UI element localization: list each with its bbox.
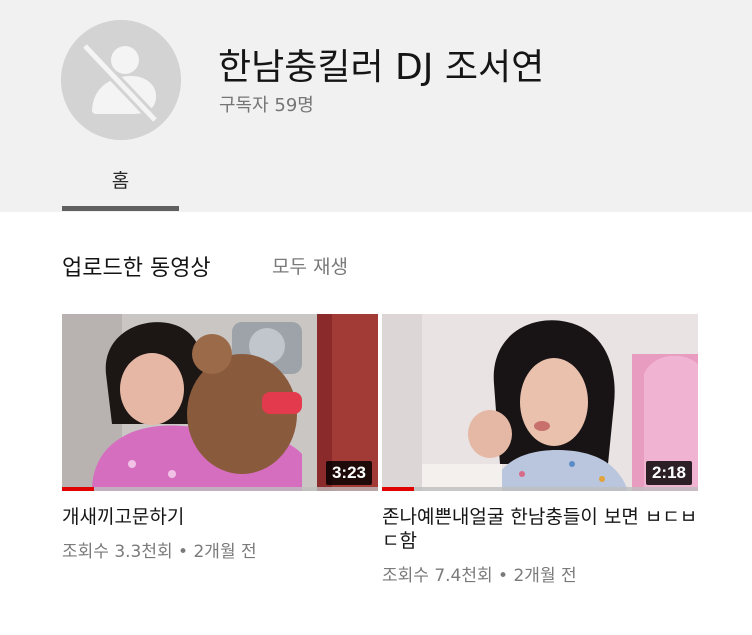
video-card[interactable]: 3:23 개새끼고문하기 조회수 3.3천회 • 2개월 전 <box>62 314 378 562</box>
default-avatar-slashed-icon <box>61 20 181 140</box>
view-count: 조회수 7.4천회 <box>382 566 493 586</box>
channel-avatar[interactable] <box>61 20 181 140</box>
watch-progress-fill <box>382 487 414 491</box>
view-count: 조회수 3.3천회 <box>62 542 173 562</box>
watch-progress-fill <box>62 487 94 491</box>
watch-progress-track <box>62 487 378 491</box>
upload-age: 2개월 전 <box>513 566 577 586</box>
channel-header: 한남충킬러 DJ 조서연 구독자 59명 홈 <box>0 0 752 212</box>
meta-separator: • <box>178 542 189 562</box>
video-title[interactable]: 존나예쁜내얼굴 한남충들이 보면 ㅂㄷㅂㄷ함 <box>382 505 698 553</box>
meta-separator: • <box>498 566 509 586</box>
subscriber-count: 구독자 59명 <box>219 95 314 116</box>
video-thumbnail[interactable]: 3:23 <box>62 314 378 491</box>
tab-home[interactable]: 홈 <box>62 166 179 193</box>
watch-progress-track <box>382 487 698 491</box>
video-meta: 조회수 7.4천회 • 2개월 전 <box>382 561 698 586</box>
active-tab-indicator <box>62 206 179 211</box>
video-thumbnail[interactable]: 2:18 <box>382 314 698 491</box>
play-all-button[interactable]: 모두 재생 <box>272 252 348 279</box>
video-meta: 조회수 3.3천회 • 2개월 전 <box>62 537 378 562</box>
channel-name: 한남충킬러 DJ 조서연 <box>218 47 545 88</box>
section-title: 업로드한 동영상 <box>62 256 211 281</box>
video-title[interactable]: 개새끼고문하기 <box>62 505 378 529</box>
video-duration: 2:18 <box>645 461 692 485</box>
video-duration: 3:23 <box>325 461 372 485</box>
video-card[interactable]: 2:18 존나예쁜내얼굴 한남충들이 보면 ㅂㄷㅂㄷ함 조회수 7.4천회 • … <box>382 314 698 586</box>
upload-age: 2개월 전 <box>193 542 257 562</box>
